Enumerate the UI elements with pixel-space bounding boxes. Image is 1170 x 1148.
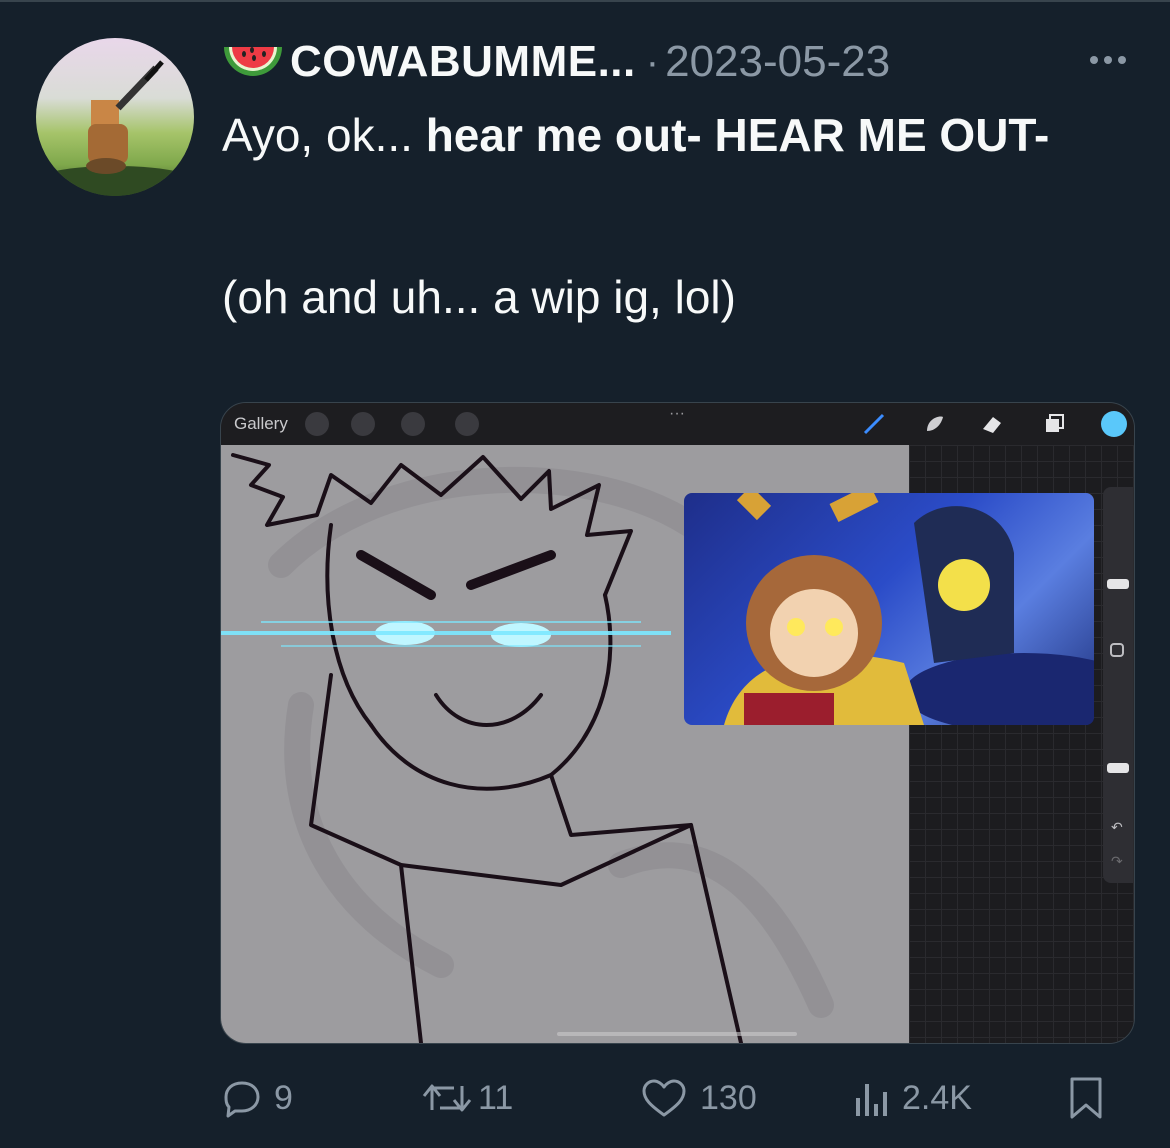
color-swatch bbox=[1101, 411, 1127, 437]
brush-size-sidebar[interactable]: ↶ ↷ bbox=[1103, 487, 1133, 883]
retweet-count: 11 bbox=[478, 1078, 514, 1117]
bookmark-button[interactable] bbox=[1068, 1066, 1104, 1130]
smudge-icon bbox=[927, 416, 943, 431]
opacity-slider-handle[interactable] bbox=[1107, 763, 1129, 773]
retweet-button[interactable]: 11 bbox=[420, 1066, 513, 1130]
reference-image bbox=[684, 493, 1094, 725]
views-count: 2.4K bbox=[902, 1078, 972, 1117]
tweet-header: COWABUMME... · 2023-05-23 bbox=[222, 34, 890, 90]
views-icon bbox=[856, 1084, 887, 1116]
more-icon[interactable] bbox=[1086, 46, 1130, 74]
top-divider bbox=[0, 0, 1170, 2]
drawing-app-toolbar: Gallery ··· bbox=[221, 403, 1134, 445]
tweet-text-normal: Ayo, ok... bbox=[222, 109, 426, 161]
home-indicator bbox=[557, 1032, 797, 1036]
tweet-text-line-1: Ayo, ok... hear me out- HEAR ME OUT- bbox=[222, 108, 1102, 162]
redo-icon[interactable]: ↷ bbox=[1111, 853, 1123, 870]
header-separator: · bbox=[645, 39, 660, 84]
tweet-date[interactable]: 2023-05-23 bbox=[665, 37, 890, 87]
tweet-text: Ayo, ok... hear me out- HEAR ME OUT- (oh… bbox=[222, 108, 1102, 324]
reply-count: 9 bbox=[274, 1078, 293, 1117]
like-count: 130 bbox=[700, 1078, 757, 1117]
layers-icon bbox=[1046, 414, 1064, 432]
watermelon-icon bbox=[222, 39, 284, 85]
transform-arrow-icon bbox=[455, 412, 479, 436]
display-name[interactable]: COWABUMME... bbox=[290, 37, 636, 87]
media-image[interactable]: Gallery ··· ↶ ↷ bbox=[220, 402, 1135, 1044]
eraser-icon bbox=[983, 417, 1001, 433]
tweet-text-line-2: (oh and uh... a wip ig, lol) bbox=[222, 271, 736, 323]
app-more-icon: ··· bbox=[669, 405, 685, 422]
tweet-text-bold: hear me out- HEAR ME OUT- bbox=[425, 109, 1050, 161]
magic-wand-icon bbox=[351, 412, 375, 436]
undo-icon[interactable]: ↶ bbox=[1111, 819, 1123, 836]
like-icon bbox=[642, 1079, 686, 1117]
size-slider-handle[interactable] bbox=[1107, 579, 1129, 589]
avatar[interactable] bbox=[36, 38, 194, 196]
bookmark-icon bbox=[1070, 1077, 1102, 1119]
views-button[interactable]: 2.4K bbox=[854, 1066, 972, 1130]
reply-icon bbox=[224, 1081, 260, 1118]
gallery-button: Gallery bbox=[234, 414, 288, 433]
like-button[interactable]: 130 bbox=[640, 1066, 757, 1130]
retweet-icon bbox=[422, 1084, 472, 1112]
reply-button[interactable]: 9 bbox=[222, 1066, 293, 1130]
brush-icon bbox=[863, 413, 885, 435]
wrench-icon bbox=[305, 412, 329, 436]
modify-button[interactable] bbox=[1110, 643, 1124, 657]
action-bar: 9 11 130 2.4K bbox=[222, 1066, 1112, 1130]
selection-icon bbox=[401, 412, 425, 436]
